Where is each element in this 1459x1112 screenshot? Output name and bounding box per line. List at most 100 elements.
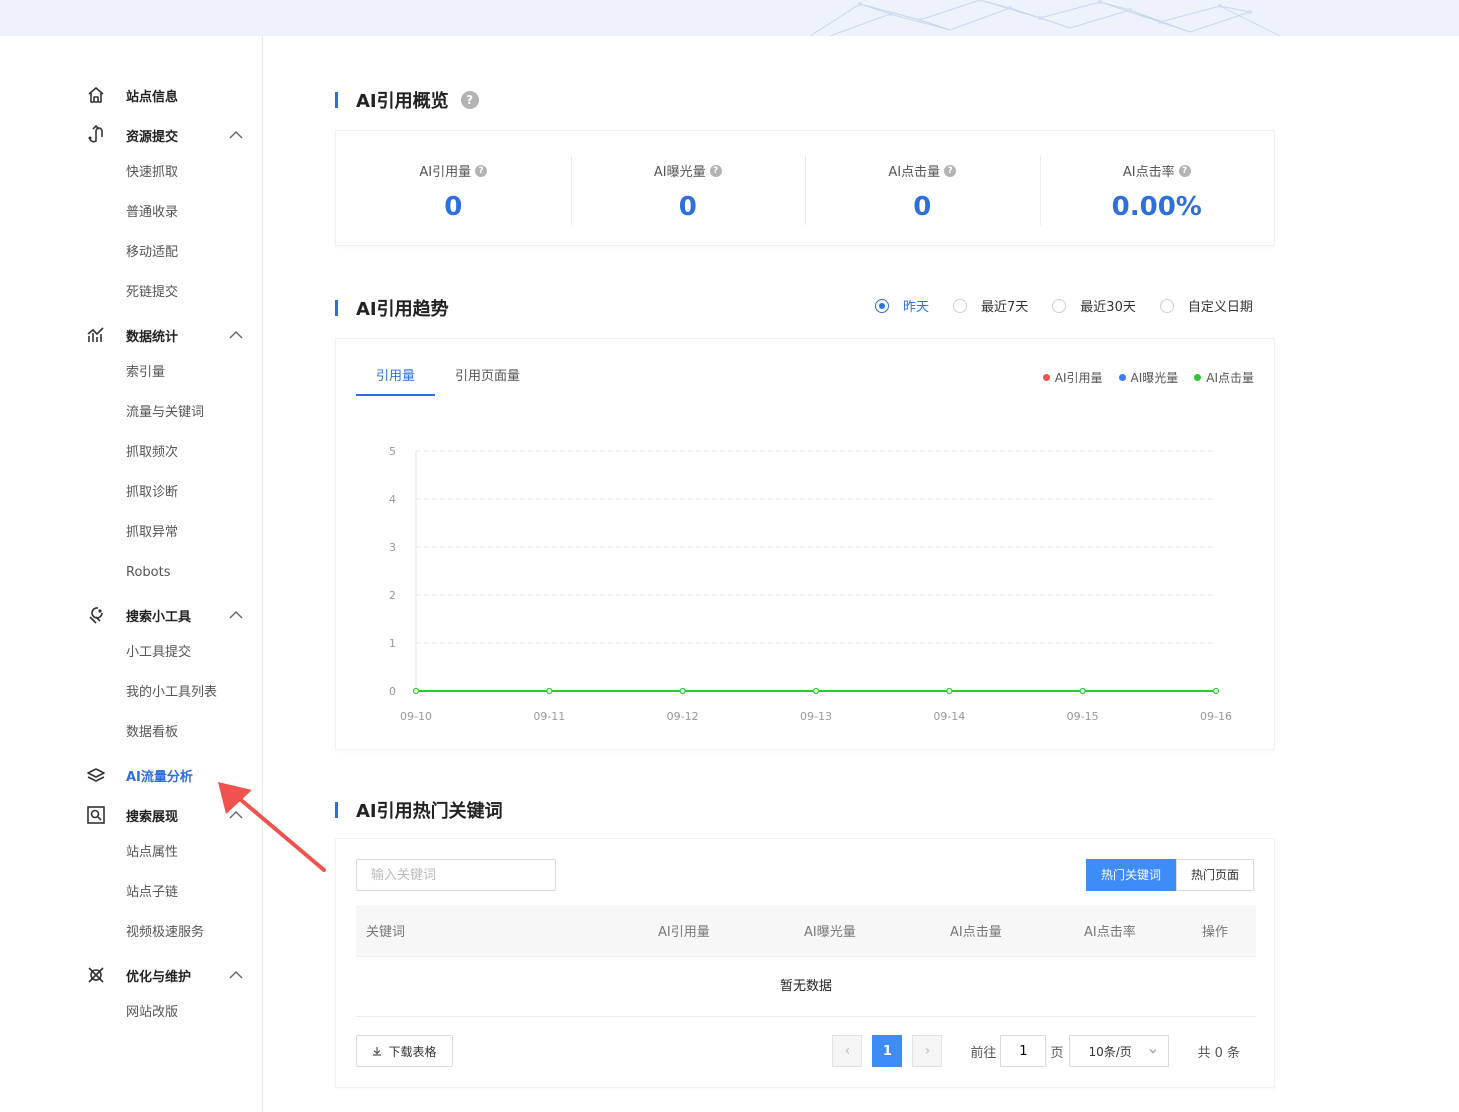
radio-last-30-days[interactable]: 最近30天 [1052, 296, 1136, 315]
sidebar-group-label: AI流量分析 [126, 769, 193, 785]
sidebar-item-tool-submit[interactable]: 小工具提交 [126, 643, 191, 663]
chevron-up-icon[interactable] [228, 607, 244, 623]
y-tick-label: 5 [389, 445, 396, 458]
page-number-current[interactable]: 1 [872, 1035, 903, 1067]
column-header: 关键词 [366, 925, 406, 940]
column-header: AI点击量 [950, 925, 1002, 940]
sidebar-item-site-attributes[interactable]: 站点属性 [126, 843, 178, 863]
sidebar-group-optimize[interactable]: 优化与维护 [86, 963, 246, 987]
download-icon [373, 1047, 382, 1056]
x-tick-label: 09-14 [933, 710, 965, 723]
keywords-title: AI引用热门关键词 [335, 799, 503, 822]
overview-card: AI引用量? 0 AI曝光量? 0 AI点击量? 0 AI点击率? 0.00% [335, 130, 1275, 246]
chart-icon [86, 325, 106, 345]
overview-title-text: AI引用概览 [356, 91, 449, 112]
radio-circle[interactable] [875, 298, 889, 313]
goto-prefix: 前往 [970, 1045, 997, 1061]
trend-line-chart: 0 1 2 3 4 5 09-10 09-11 09-12 09-13 09-14 09-15 09-1… [389, 445, 1232, 723]
search-display-icon [86, 805, 106, 825]
sidebar-group-label: 站点信息 [126, 89, 179, 105]
radio-circle[interactable] [1052, 298, 1067, 313]
trend-title: AI引用趋势 [335, 297, 449, 320]
metric-ai-citations: AI引用量? 0 [336, 131, 571, 245]
metric-value: 0 [444, 192, 463, 222]
sidebar-item-video-service[interactable]: 视频极速服务 [126, 923, 204, 943]
data-point[interactable] [812, 687, 820, 695]
keyword-page-toggle: 热门关键词 热门页面 [1085, 859, 1254, 891]
radio-yesterday[interactable]: 昨天 [875, 296, 929, 315]
sidebar-group-resource-submit[interactable]: 资源提交 [86, 123, 246, 147]
sidebar-item-crawl-frequency[interactable]: 抓取频次 [126, 443, 178, 463]
metric-label: AI点击量 [888, 165, 941, 180]
sidebar-item-quick-crawl[interactable]: 快速抓取 [126, 163, 178, 183]
metric-value: 0 [678, 192, 697, 222]
prev-page-button[interactable]: ‹ [832, 1035, 863, 1067]
next-page-button[interactable]: › [912, 1035, 943, 1067]
sidebar-group-label: 优化与维护 [126, 969, 192, 985]
download-table-button[interactable]: 下载表格 [356, 1035, 453, 1067]
sidebar-item-my-tools[interactable]: 我的小工具列表 [126, 683, 217, 703]
sidebar-item-site-sublinks[interactable]: 站点子链 [126, 883, 178, 903]
chevron-up-icon[interactable] [228, 127, 244, 143]
metric-label: AI曝光量 [653, 165, 706, 180]
y-tick-label: 4 [389, 493, 396, 506]
radio-custom-date[interactable]: 自定义日期 [1159, 296, 1253, 315]
sidebar-item-robots[interactable]: Robots [126, 563, 170, 583]
metric-ai-impressions: AI曝光量? 0 [570, 131, 806, 245]
help-icon[interactable]: ? [475, 164, 488, 177]
sidebar-group-search-tools[interactable]: 搜索小工具 [86, 603, 246, 627]
keywords-card: 热门关键词 热门页面 关键词 AI引用量 AI曝光量 AI点击量 AI点击率 操… [335, 838, 1275, 1088]
y-tick-label: 3 [389, 541, 396, 554]
help-icon[interactable]: ? [709, 164, 722, 177]
data-point[interactable] [546, 687, 553, 695]
toggle-hot-pages[interactable]: 热门页面 [1175, 859, 1254, 891]
table-header: 关键词 AI引用量 AI曝光量 AI点击量 AI点击率 操作 [356, 905, 1256, 957]
radio-label: 自定义日期 [1187, 300, 1253, 315]
network-decoration-icon [809, 0, 1281, 36]
sidebar-item-deadlink[interactable]: 死链提交 [126, 283, 178, 303]
x-tick-label: 09-15 [1067, 710, 1099, 723]
title-accent-bar [335, 300, 338, 316]
data-point[interactable] [1212, 687, 1220, 695]
sidebar-item-index-volume[interactable]: 索引量 [126, 363, 165, 383]
sidebar-group-data-stats[interactable]: 数据统计 [86, 323, 246, 347]
help-icon[interactable]: ? [460, 91, 479, 109]
help-icon[interactable]: ? [1178, 164, 1191, 177]
keyword-search-input[interactable] [356, 859, 556, 891]
metric-ai-clicks: AI点击量? 0 [805, 131, 1040, 245]
submit-icon [86, 125, 106, 145]
data-point[interactable] [946, 687, 953, 695]
column-header: AI引用量 [658, 925, 710, 940]
sidebar-group-site-info[interactable]: 站点信息 [86, 83, 246, 107]
data-point[interactable] [679, 687, 686, 695]
sidebar-item-crawl-errors[interactable]: 抓取异常 [126, 523, 178, 543]
tools-icon [86, 605, 106, 625]
help-icon[interactable]: ? [944, 164, 957, 177]
data-point[interactable] [1079, 687, 1086, 695]
page-size-select[interactable]: 10条/页 [1069, 1035, 1170, 1067]
toggle-hot-keywords[interactable]: 热门关键词 [1085, 859, 1176, 891]
sidebar-item-mobile-adapt[interactable]: 移动适配 [126, 243, 178, 263]
chevron-up-icon[interactable] [228, 327, 244, 343]
page-size-value: 10条/页 [1088, 1044, 1132, 1059]
radio-last-7-days[interactable]: 最近7天 [953, 296, 1028, 315]
chevron-up-icon[interactable] [228, 967, 244, 983]
sidebar-item-site-revision[interactable]: 网站改版 [126, 1003, 178, 1023]
sidebar-item-crawl-diagnosis[interactable]: 抓取诊断 [126, 483, 178, 503]
pagination: ‹ 1 › 前往 页 10条/页 共 0 条 [832, 1035, 1240, 1067]
radio-circle[interactable] [953, 298, 968, 313]
title-accent-bar [335, 802, 338, 818]
goto-page-input[interactable] [1000, 1035, 1047, 1067]
x-tick-label: 09-16 [1200, 710, 1232, 723]
metric-value: 0 [913, 192, 932, 222]
sidebar-item-traffic-keywords[interactable]: 流量与关键词 [126, 403, 204, 423]
x-tick-label: 09-12 [667, 710, 699, 723]
data-point[interactable] [412, 687, 420, 695]
top-banner [0, 0, 1459, 36]
sidebar-group-label: 搜索展现 [126, 809, 179, 825]
goto-suffix: 页 [1050, 1045, 1064, 1061]
radio-circle[interactable] [1159, 298, 1174, 313]
sidebar-item-data-board[interactable]: 数据看板 [126, 723, 178, 743]
sidebar-item-normal-index[interactable]: 普通收录 [126, 203, 178, 223]
home-icon [86, 85, 106, 105]
